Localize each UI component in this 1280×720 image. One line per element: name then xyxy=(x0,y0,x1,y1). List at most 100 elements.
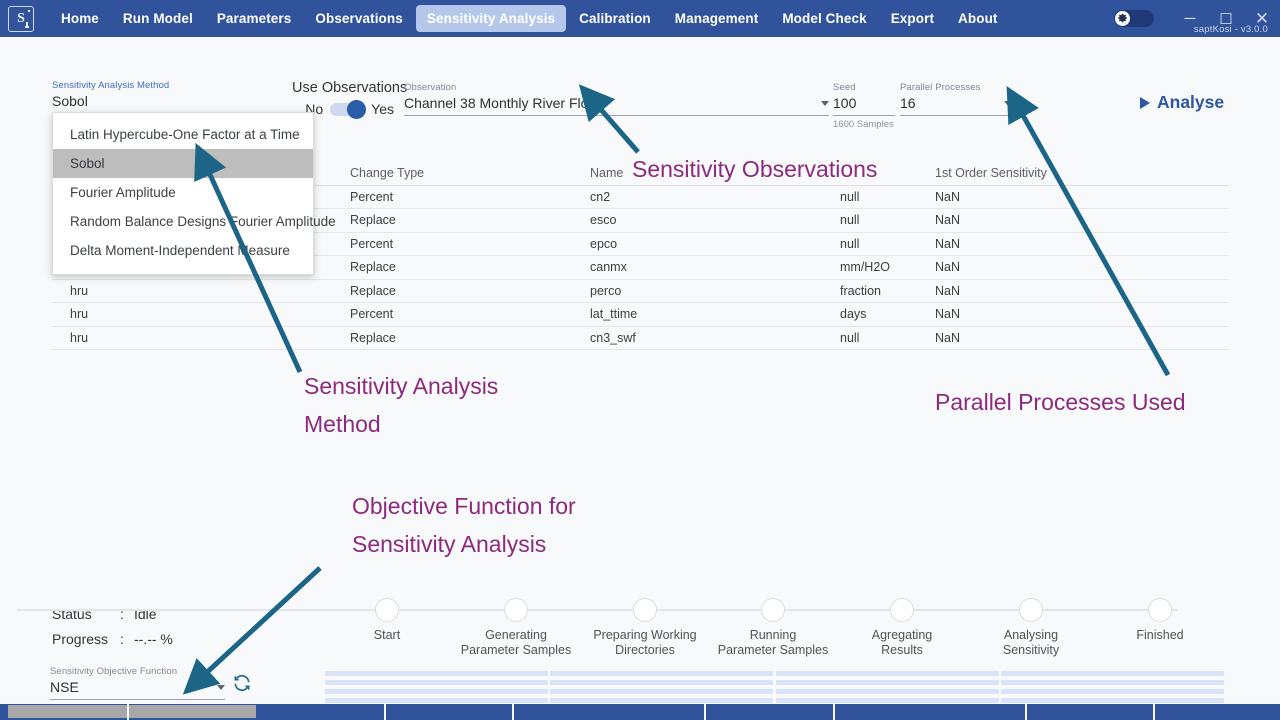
cell-object: hru xyxy=(70,330,89,345)
cell-unit: days xyxy=(840,307,867,322)
step-label: Start xyxy=(373,628,401,642)
cell-unit: null xyxy=(840,189,860,204)
placeholder-bar-group xyxy=(776,671,999,707)
cell-unit: mm/H2O xyxy=(840,260,890,275)
progress-stepper: Start Generating Parameter Samples Prepari… xyxy=(17,598,1184,666)
nav-item-observations[interactable]: Observations xyxy=(304,5,413,32)
dropdown-option[interactable]: Random Balance Designs Fourier Amplitude xyxy=(53,207,336,236)
annotation-sensitivity-observations: Sensitivity Observations xyxy=(632,156,878,182)
stepper-step[interactable]: Running Parameter Samples xyxy=(698,598,848,657)
cell-object: hru xyxy=(70,307,89,322)
stepper-step[interactable]: Analysing Sensitivity xyxy=(956,598,1106,657)
cell-change-type: Percent xyxy=(350,189,394,204)
cell-unit: null xyxy=(840,330,860,345)
use-observations-switch[interactable] xyxy=(330,99,367,119)
switch-knob xyxy=(347,99,367,119)
nav-item-model-check[interactable]: Model Check xyxy=(771,5,877,32)
stepper-step[interactable]: Start xyxy=(312,598,462,643)
parallel-processes-select[interactable]: Parallel Processes 16 xyxy=(900,82,1012,116)
status-colon: : xyxy=(120,606,124,622)
stepper-step[interactable]: Agregating Results xyxy=(827,598,977,657)
observation-select[interactable]: Observation Channel 38 Monthly River Flo… xyxy=(404,82,829,116)
cell-name: cn2 xyxy=(590,189,611,204)
cell-sensitivity: NaN xyxy=(935,330,961,345)
progress-colon: : xyxy=(120,631,124,647)
seed-value: 100 xyxy=(833,94,895,116)
analyse-button[interactable]: Analyse xyxy=(1140,92,1224,113)
cell-unit: fraction xyxy=(840,283,881,298)
sensitivity-objective-function-select[interactable]: Sensitivity Objective Function NSE xyxy=(50,666,225,700)
chevron-down-icon xyxy=(217,684,225,690)
nav-item-sensitivity-analysis[interactable]: Sensitivity Analysis xyxy=(415,5,567,32)
nav-item-run-model[interactable]: Run Model xyxy=(112,5,204,32)
placeholder-line xyxy=(776,698,999,703)
step-label: Finished xyxy=(1136,628,1184,642)
seed-label: Seed xyxy=(833,82,856,93)
cell-name: perco xyxy=(590,283,622,298)
cell-unit: null xyxy=(840,236,860,251)
cell-change-type: Replace xyxy=(350,283,396,298)
application-window: S Home Run Model Parameters Observations Sen… xyxy=(0,0,1280,720)
placeholder-line xyxy=(325,689,548,694)
stepper-step[interactable]: Finished xyxy=(1085,598,1235,643)
step-label: Generating Parameter Samples xyxy=(460,628,572,657)
progress-key: Progress xyxy=(52,631,109,647)
parallel-processes-label: Parallel Processes xyxy=(900,82,981,93)
step-dot-icon xyxy=(504,598,528,622)
scrollbar-divider xyxy=(127,704,129,720)
top-navigation-bar: S Home Run Model Parameters Observations Sen… xyxy=(0,0,1280,37)
use-observations-label: Use Observations xyxy=(292,80,408,96)
table-row[interactable]: hru Replace cn3_swf null NaN xyxy=(52,327,1228,350)
nav-item-home[interactable]: Home xyxy=(50,5,110,32)
dropdown-option[interactable]: Sobol xyxy=(53,149,313,178)
placeholder-line xyxy=(550,689,773,694)
taskbar-tick xyxy=(512,704,514,720)
observation-value: Channel 38 Monthly River Flow xyxy=(404,95,599,111)
app-logo-icon: S xyxy=(8,5,34,32)
dropdown-option[interactable]: Fourier Amplitude xyxy=(53,178,313,207)
dropdown-option[interactable]: Latin Hypercube-One Factor at a Time xyxy=(53,120,313,149)
placeholder-bar-group xyxy=(550,671,773,707)
taskbar-tick xyxy=(1025,704,1027,720)
cell-unit: null xyxy=(840,213,860,228)
placeholder-line xyxy=(1001,698,1224,703)
placeholder-line xyxy=(1001,689,1224,694)
theme-toggle[interactable] xyxy=(1114,10,1154,27)
nav-item-export[interactable]: Export xyxy=(880,5,945,32)
app-version-label: saptKosi - v3.0.0 xyxy=(1193,24,1268,35)
sensitivity-analysis-method-field[interactable]: Sensitivity Analysis Method Sobol xyxy=(52,80,232,110)
nav-item-calibration[interactable]: Calibration xyxy=(568,5,662,32)
status-row: Status : Idle xyxy=(52,602,173,627)
placeholder-line xyxy=(1001,671,1224,676)
objective-function-value: NSE xyxy=(50,679,79,695)
dropdown-options: Latin Hypercube-One Factor at a Time Sobo… xyxy=(53,120,336,265)
method-label: Sensitivity Analysis Method xyxy=(52,80,170,91)
nav-item-parameters[interactable]: Parameters xyxy=(206,5,303,32)
header-change-type: Change Type xyxy=(350,166,425,181)
table-row[interactable]: hru Replace perco fraction NaN xyxy=(52,280,1228,303)
play-icon xyxy=(1140,96,1150,109)
table-row[interactable]: hru Percent lat_ttime days NaN xyxy=(52,303,1228,327)
stepper-step[interactable]: Generating Parameter Samples xyxy=(441,598,591,657)
nav-item-about[interactable]: About xyxy=(947,5,1008,32)
method-value: Sobol xyxy=(52,93,88,109)
step-dot-icon xyxy=(1019,598,1043,622)
placeholder-line xyxy=(776,671,999,676)
nav-item-management[interactable]: Management xyxy=(664,5,770,32)
placeholder-line xyxy=(1001,680,1224,685)
seed-input[interactable]: Seed 100 1600 Samples xyxy=(833,82,895,130)
cell-name: epco xyxy=(590,236,618,251)
progress-value: --.-- % xyxy=(134,631,173,647)
horizontal-scrollbar[interactable] xyxy=(8,705,256,718)
annotation-sensitivity-analysis-method: Sensitivity Analysis Method xyxy=(304,373,499,437)
arrow-to-objective-function xyxy=(182,566,322,695)
step-label: Analysing Sensitivity xyxy=(1002,628,1060,657)
step-label: Preparing Working Directories xyxy=(593,628,697,657)
cell-name: canmx xyxy=(590,260,627,275)
cell-sensitivity: NaN xyxy=(935,213,961,228)
cell-change-type: Replace xyxy=(350,260,396,275)
samples-note: 1600 Samples xyxy=(833,119,894,130)
dropdown-option[interactable]: Delta Moment-Independent Measure xyxy=(53,236,313,265)
method-dropdown-menu[interactable]: Latin Hypercube-One Factor at a Time Sobo… xyxy=(52,112,336,275)
refresh-icon[interactable] xyxy=(232,673,252,698)
